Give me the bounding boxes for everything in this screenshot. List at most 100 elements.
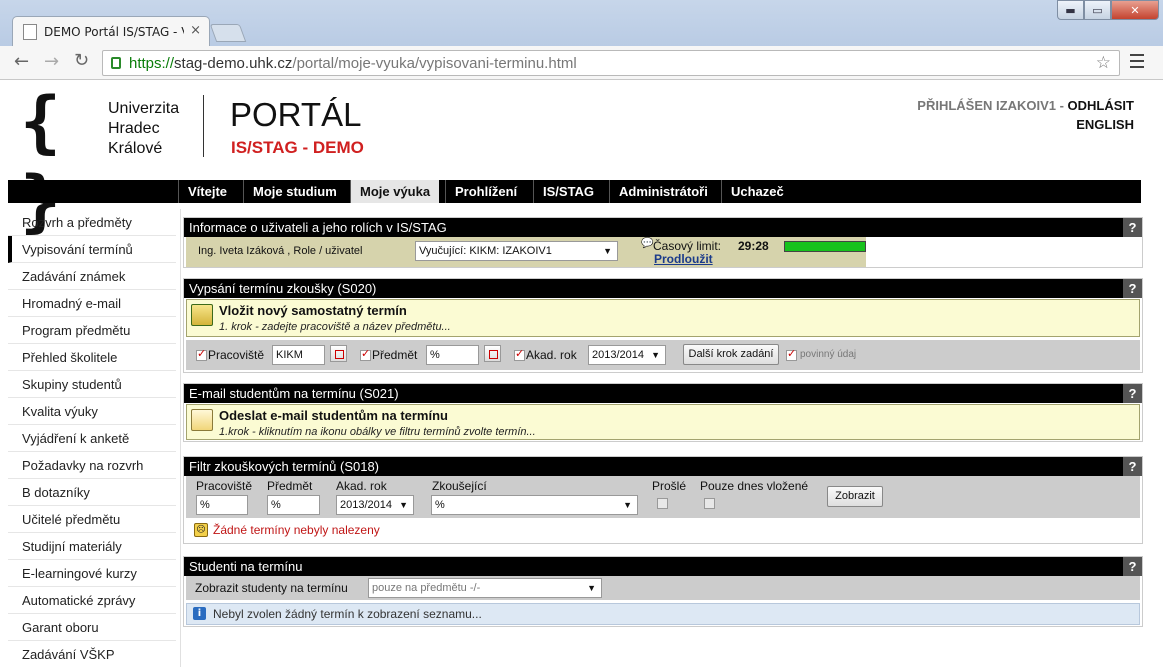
university-name: Univerzita Hradec Králové <box>108 100 180 157</box>
add-term-icon[interactable] <box>191 304 213 326</box>
pracoviste-required-checkbox <box>196 347 207 361</box>
logged-user: PŘIHLÁŠEN IZAKOIV1 <box>917 98 1056 113</box>
sidebar-item-program-predmetu[interactable]: Program předmětu <box>8 317 176 344</box>
send-email-box[interactable]: Odeslat e-mail studentům na termínu 1.kr… <box>186 404 1140 440</box>
required-legend: povinný údaj <box>800 349 857 360</box>
window-maximize-button[interactable]: ▭ <box>1084 0 1111 20</box>
predmet-input[interactable]: % <box>426 345 479 365</box>
window-close-button[interactable]: ✕ <box>1111 0 1159 20</box>
sidebar-divider <box>180 209 181 667</box>
address-bar[interactable]: https://stag-demo.uhk.cz/portal/moje-vyu… <box>102 50 1120 76</box>
reload-icon[interactable]: ↻ <box>74 50 89 71</box>
browser-tab[interactable]: DEMO Portál IS/STAG - Vy × <box>12 16 210 46</box>
filter-zkousejici-select[interactable]: % ▼ <box>431 495 638 515</box>
window-minimize-button[interactable]: ▬ <box>1057 0 1084 20</box>
nav-prohlizeni[interactable]: Prohlížení <box>445 180 526 203</box>
time-limit-bar <box>784 241 866 252</box>
required-legend-checkbox <box>786 347 797 361</box>
sidebar-item-hromadny-email[interactable]: Hromadný e-mail <box>8 290 176 317</box>
panel-header: Informace o uživateli a jeho rolích v IS… <box>184 218 1142 237</box>
back-arrow-icon[interactable]: ← <box>14 51 29 72</box>
tab-title: DEMO Portál IS/STAG - Vy <box>44 24 184 39</box>
new-term-title[interactable]: Vložit nový samostatný termín <box>219 303 407 318</box>
dropdown-arrow-icon: ▼ <box>623 500 632 510</box>
new-term-box[interactable]: Vložit nový samostatný termín 1. krok - … <box>186 299 1140 337</box>
sidebar-item-vyjadreni-k-ankete[interactable]: Vyjádření k anketě <box>8 425 176 452</box>
nav-moje-vyuka[interactable]: Moje výuka <box>350 180 440 203</box>
show-terms-button[interactable]: Zobrazit <box>827 486 883 507</box>
sidebar-item-studijni-materialy[interactable]: Studijní materiály <box>8 533 176 560</box>
forward-arrow-icon[interactable]: → <box>44 51 59 72</box>
next-step-button[interactable]: Další krok zadání <box>683 344 779 365</box>
panel-header: Studenti na termínu ? <box>184 557 1142 576</box>
nav-vitejte[interactable]: Vítejte <box>178 180 236 203</box>
new-tab-button[interactable] <box>209 24 247 42</box>
rok-select[interactable]: 2013/2014 ▼ <box>588 345 666 365</box>
sidebar-item-zadavani-vskp[interactable]: Zadávání VŠKP <box>8 641 176 667</box>
new-term-hint: 1. krok - zadejte pracoviště a název pře… <box>219 321 451 333</box>
filter-rok-select[interactable]: 2013/2014 ▼ <box>336 495 414 515</box>
predmet-picker-icon[interactable] <box>484 345 501 362</box>
show-students-select[interactable]: pouze na předmětu -/- ▼ <box>368 578 602 598</box>
prosle-checkbox[interactable] <box>657 498 668 509</box>
tab-close-icon[interactable]: × <box>190 23 201 38</box>
logout-link[interactable]: ODHLÁSIT <box>1068 98 1134 113</box>
sidebar-item-kvalita-vyuky[interactable]: Kvalita výuky <box>8 398 176 425</box>
pracoviste-input[interactable]: KIKM <box>272 345 325 365</box>
sidebar-item-garant-oboru[interactable]: Garant oboru <box>8 614 176 641</box>
dnes-checkbox[interactable] <box>704 498 715 509</box>
sidebar-item-prehled-skolitele[interactable]: Přehled školitele <box>8 344 176 371</box>
envelope-icon[interactable] <box>191 409 213 431</box>
sidebar-item-zadavani-znamek[interactable]: Zadávání známek <box>8 263 176 290</box>
browser-menu-icon[interactable] <box>1130 54 1144 68</box>
language-link[interactable]: ENGLISH <box>917 115 1134 134</box>
help-icon[interactable]: ? <box>1123 557 1142 576</box>
nav-administratori[interactable]: Administrátoři <box>609 180 717 203</box>
filter-form: Pracoviště % Předmět % Akad. rok 2013/20… <box>186 476 1140 518</box>
pracoviste-label: Pracoviště <box>208 348 265 362</box>
sidebar-item-vypisovani-terminu[interactable]: Vypisování termínů <box>8 236 176 263</box>
panel-header: Vypsání termínu zkoušky (S020) ? <box>184 279 1142 298</box>
help-icon[interactable]: ? <box>1123 279 1142 298</box>
exam-term-panel: Vypsání termínu zkoušky (S020) ? Vložit … <box>183 278 1143 373</box>
chat-bubble-icon: 💬 <box>641 238 654 249</box>
help-icon[interactable]: ? <box>1123 457 1142 476</box>
pracoviste-picker-icon[interactable] <box>330 345 347 362</box>
send-email-title[interactable]: Odeslat e-mail studentům na termínu <box>219 408 448 423</box>
user-name: Ing. Iveta Izáková , Role / uživatel <box>198 245 363 257</box>
sidebar-item-b-dotazniky[interactable]: B dotazníky <box>8 479 176 506</box>
help-icon[interactable]: ? <box>1123 218 1142 237</box>
panel-header: E-mail studentům na termínu (S021) ? <box>184 384 1142 403</box>
filter-pracoviste-input[interactable]: % <box>196 495 248 515</box>
info-icon: i <box>193 607 206 620</box>
help-icon[interactable]: ? <box>1123 384 1142 403</box>
url-text: https://stag-demo.uhk.cz/portal/moje-vyu… <box>129 54 577 72</box>
panel-header: Filtr zkouškových termínů (S018) ? <box>184 457 1142 476</box>
sidebar-item-pozadavky-na-rozvrh[interactable]: Požadavky na rozvrh <box>8 452 176 479</box>
nav-is-stag[interactable]: IS/STAG <box>533 180 603 203</box>
predmet-label: Předmět <box>372 348 418 362</box>
email-students-panel: E-mail studentům na termínu (S021) ? Ode… <box>183 383 1143 442</box>
panel-title: Studenti na termínu <box>189 559 303 574</box>
filter-predmet-input[interactable]: % <box>267 495 320 515</box>
sidebar-item-rozvrh[interactable]: Rozvrh a předměty <box>8 209 176 236</box>
sidebar-item-ucitele-predmetu[interactable]: Učitelé předmětu <box>8 506 176 533</box>
portal-subtitle: IS/STAG - DEMO <box>231 138 364 157</box>
role-select[interactable]: Vyučující: KIKM: IZAKOIV1 ▼ <box>415 241 618 261</box>
sidebar-item-automaticke-zpravy[interactable]: Automatické zprávy <box>8 587 176 614</box>
nav-moje-studium[interactable]: Moje studium <box>243 180 346 203</box>
bookmark-star-icon[interactable]: ☆ <box>1096 53 1111 73</box>
dropdown-arrow-icon: ▼ <box>587 583 596 593</box>
info-bar: i Nebyl zvolen žádný termín k zobrazení … <box>186 603 1140 625</box>
extend-link[interactable]: Prodloužit <box>654 252 713 266</box>
panel-title: Informace o uživateli a jeho rolích v IS… <box>189 220 447 235</box>
sidebar-menu: Rozvrh a předměty Vypisování termínů Zad… <box>8 209 176 667</box>
sidebar-item-elearningove-kurzy[interactable]: E-learningové kurzy <box>8 560 176 587</box>
sidebar-item-skupiny-studentu[interactable]: Skupiny studentů <box>8 371 176 398</box>
send-email-hint: 1.krok - kliknutím na ikonu obálky ve fi… <box>219 426 536 438</box>
logo-divider <box>203 95 204 157</box>
nav-uchazec[interactable]: Uchazeč <box>721 180 793 203</box>
students-panel: Studenti na termínu ? Zobrazit studenty … <box>183 556 1143 627</box>
login-info: PŘIHLÁŠEN IZAKOIV1 - ODHLÁSIT ENGLISH <box>917 98 1134 134</box>
user-info-panel: Informace o uživateli a jeho rolích v IS… <box>183 217 1143 268</box>
